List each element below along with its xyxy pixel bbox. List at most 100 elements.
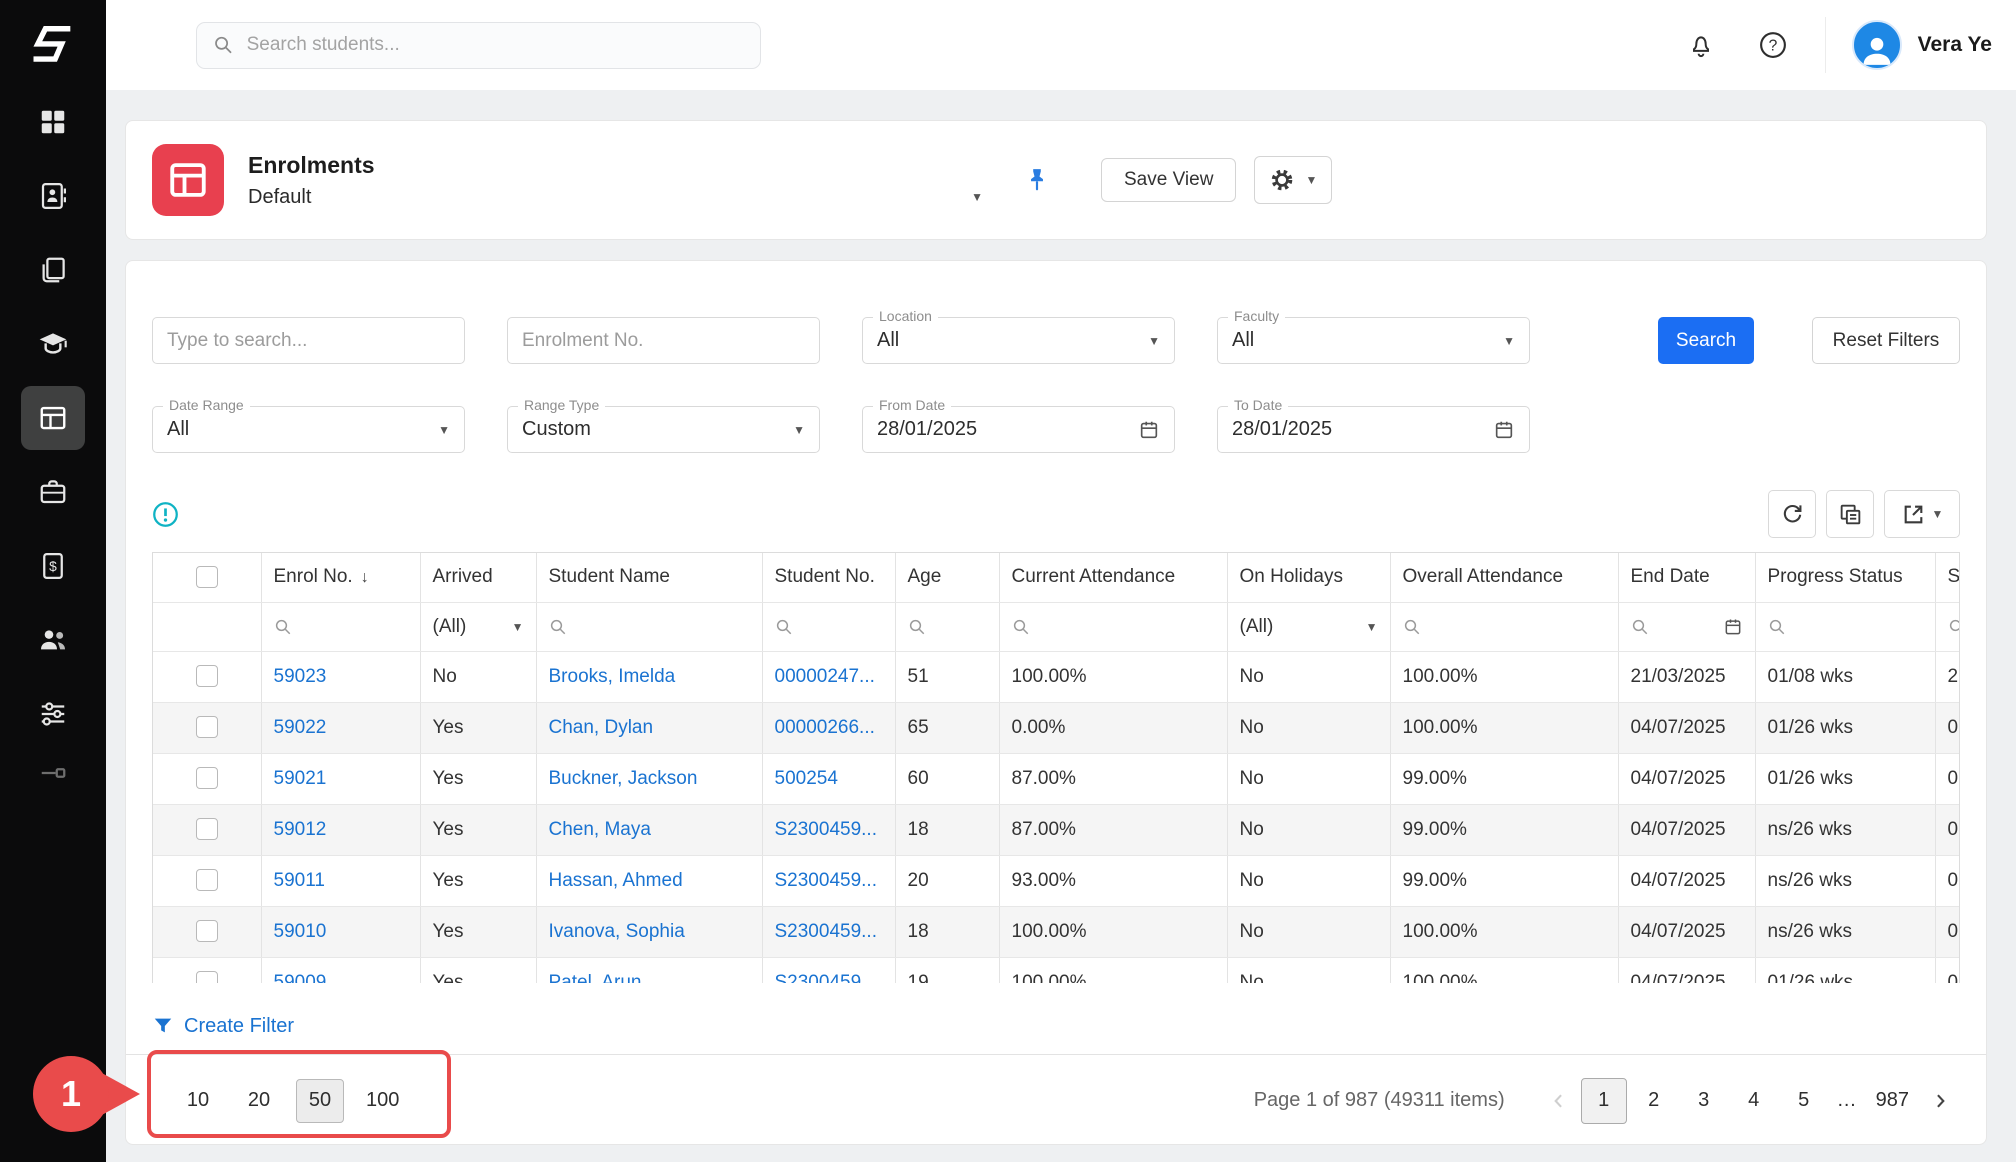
student-name-link[interactable]: Patel, Arun (549, 972, 642, 984)
enrol-no-link[interactable]: 59012 (274, 819, 327, 840)
student-name-link[interactable]: Buckner, Jackson (549, 768, 698, 789)
student-no-link[interactable]: S2300459... (775, 819, 877, 840)
sidebar-item-dashboard[interactable] (21, 90, 85, 154)
row-checkbox[interactable] (196, 767, 218, 789)
export-button[interactable]: ▼ (1884, 490, 1960, 538)
student-no-link[interactable]: 00000266... (775, 717, 875, 738)
calendar-icon[interactable] (1138, 419, 1160, 441)
student-name-link[interactable]: Ivanova, Sophia (549, 921, 685, 942)
to-date-field[interactable]: To Date 28/01/2025 (1217, 406, 1530, 453)
sidebar-item-invoices[interactable]: $ (21, 534, 85, 598)
reset-filters-button[interactable]: Reset Filters (1812, 317, 1960, 364)
filter-age[interactable] (895, 602, 999, 651)
table-row[interactable]: 59010 Yes Ivanova, Sophia S2300459... 18… (153, 906, 1960, 957)
column-header-student-name[interactable]: Student Name (536, 553, 762, 602)
filter-overall-attendance[interactable] (1390, 602, 1618, 651)
global-search[interactable] (196, 22, 761, 69)
column-header-current-attendance[interactable]: Current Attendance (999, 553, 1227, 602)
filter-student-name[interactable] (536, 602, 762, 651)
column-header-end-date[interactable]: End Date (1618, 553, 1755, 602)
enrol-no-link[interactable]: 59009 (274, 972, 327, 984)
column-header-enrol-no[interactable]: Enrol No.↓ (261, 553, 420, 602)
refresh-button[interactable] (1768, 490, 1816, 538)
filter-student-no[interactable] (762, 602, 895, 651)
page-button-987[interactable]: 987 (1867, 1078, 1918, 1124)
sidebar-item-services[interactable] (21, 460, 85, 524)
page-button-2[interactable]: 2 (1631, 1078, 1677, 1124)
enrolment-no-field[interactable] (507, 317, 820, 364)
student-no-link[interactable]: 00000247... (775, 666, 875, 687)
sidebar-item-workflow[interactable] (21, 758, 85, 798)
row-checkbox[interactable] (196, 665, 218, 687)
save-view-button[interactable]: Save View (1101, 158, 1236, 202)
student-no-link[interactable]: 500254 (775, 768, 838, 789)
column-header-age[interactable]: Age (895, 553, 999, 602)
column-header-on-holidays[interactable]: On Holidays (1227, 553, 1390, 602)
create-filter-link[interactable]: Create Filter (152, 1011, 294, 1041)
column-header-progress-status[interactable]: Progress Status (1755, 553, 1935, 602)
range-type-select[interactable]: Range Type Custom ▼ (507, 406, 820, 453)
student-name-link[interactable]: Hassan, Ahmed (549, 870, 683, 891)
student-no-link[interactable]: S2300459... (775, 921, 877, 942)
row-checkbox[interactable] (196, 869, 218, 891)
sidebar-item-courses[interactable] (21, 312, 85, 376)
view-selector[interactable]: Default ▼ (248, 186, 983, 209)
student-no-link[interactable]: S2300459... (775, 972, 877, 984)
view-settings-button[interactable]: ▼ (1254, 156, 1332, 204)
pin-view-button[interactable] (1017, 160, 1057, 200)
from-date-field[interactable]: From Date 28/01/2025 (862, 406, 1175, 453)
filter-enrol-no[interactable] (261, 602, 420, 651)
student-name-link[interactable]: Brooks, Imelda (549, 666, 676, 687)
global-search-input[interactable] (247, 34, 744, 56)
faculty-select[interactable]: Faculty All ▼ (1217, 317, 1530, 364)
filter-on-holidays[interactable]: (All)▼ (1227, 602, 1390, 651)
column-header-cut[interactable]: S (1935, 553, 1960, 602)
enrol-no-link[interactable]: 59011 (274, 870, 325, 891)
calendar-icon[interactable] (1723, 617, 1743, 637)
table-row[interactable]: 59012 Yes Chen, Maya S2300459... 18 87.0… (153, 804, 1960, 855)
keyword-search-input[interactable] (167, 330, 450, 352)
next-page-button[interactable] (1920, 1079, 1960, 1123)
column-header-arrived[interactable]: Arrived (420, 553, 536, 602)
filter-progress-status[interactable] (1755, 602, 1935, 651)
help-button[interactable]: ? (1751, 23, 1795, 67)
column-header-student-no[interactable]: Student No. (762, 553, 895, 602)
table-row[interactable]: 59009 Yes Patel, Arun S2300459... 19 100… (153, 957, 1960, 983)
calendar-icon[interactable] (1493, 419, 1515, 441)
sidebar-item-enrolments[interactable] (21, 386, 85, 450)
keyword-search-field[interactable] (152, 317, 465, 364)
row-checkbox[interactable] (196, 818, 218, 840)
enrol-no-link[interactable]: 59010 (274, 921, 327, 942)
row-checkbox[interactable] (196, 920, 218, 942)
column-chooser-button[interactable] (1826, 490, 1874, 538)
row-checkbox[interactable] (196, 716, 218, 738)
table-row[interactable]: 59022 Yes Chan, Dylan 00000266... 65 0.0… (153, 702, 1960, 753)
filter-end-date[interactable] (1618, 602, 1755, 651)
table-row[interactable]: 59023 No Brooks, Imelda 00000247... 51 1… (153, 651, 1960, 702)
student-name-link[interactable]: Chen, Maya (549, 819, 651, 840)
sidebar-item-documents[interactable] (21, 238, 85, 302)
student-name-link[interactable]: Chan, Dylan (549, 717, 654, 738)
enrol-no-link[interactable]: 59022 (274, 717, 327, 738)
enrolment-no-input[interactable] (522, 330, 805, 352)
notifications-button[interactable] (1679, 23, 1723, 67)
page-button-4[interactable]: 4 (1731, 1078, 1777, 1124)
search-button[interactable]: Search (1658, 317, 1754, 364)
sidebar-item-settings[interactable] (21, 682, 85, 746)
sidebar-item-people[interactable] (21, 608, 85, 672)
user-name[interactable]: Vera Ye (1918, 33, 1992, 57)
table-row[interactable]: 59021 Yes Buckner, Jackson 500254 60 87.… (153, 753, 1960, 804)
enrol-no-link[interactable]: 59023 (274, 666, 327, 687)
previous-page-button[interactable] (1539, 1079, 1579, 1123)
filter-cut[interactable] (1935, 602, 1960, 651)
page-button-5[interactable]: 5 (1781, 1078, 1827, 1124)
table-row[interactable]: 59011 Yes Hassan, Ahmed S2300459... 20 9… (153, 855, 1960, 906)
column-header-overall-attendance[interactable]: Overall Attendance (1390, 553, 1618, 602)
page-size-20[interactable]: 20 (235, 1079, 283, 1123)
page-size-10[interactable]: 10 (174, 1079, 222, 1123)
sidebar-item-contacts[interactable] (21, 164, 85, 228)
app-logo[interactable] (0, 0, 106, 90)
page-button-3[interactable]: 3 (1681, 1078, 1727, 1124)
date-range-select[interactable]: Date Range All ▼ (152, 406, 465, 453)
avatar[interactable] (1852, 20, 1902, 70)
